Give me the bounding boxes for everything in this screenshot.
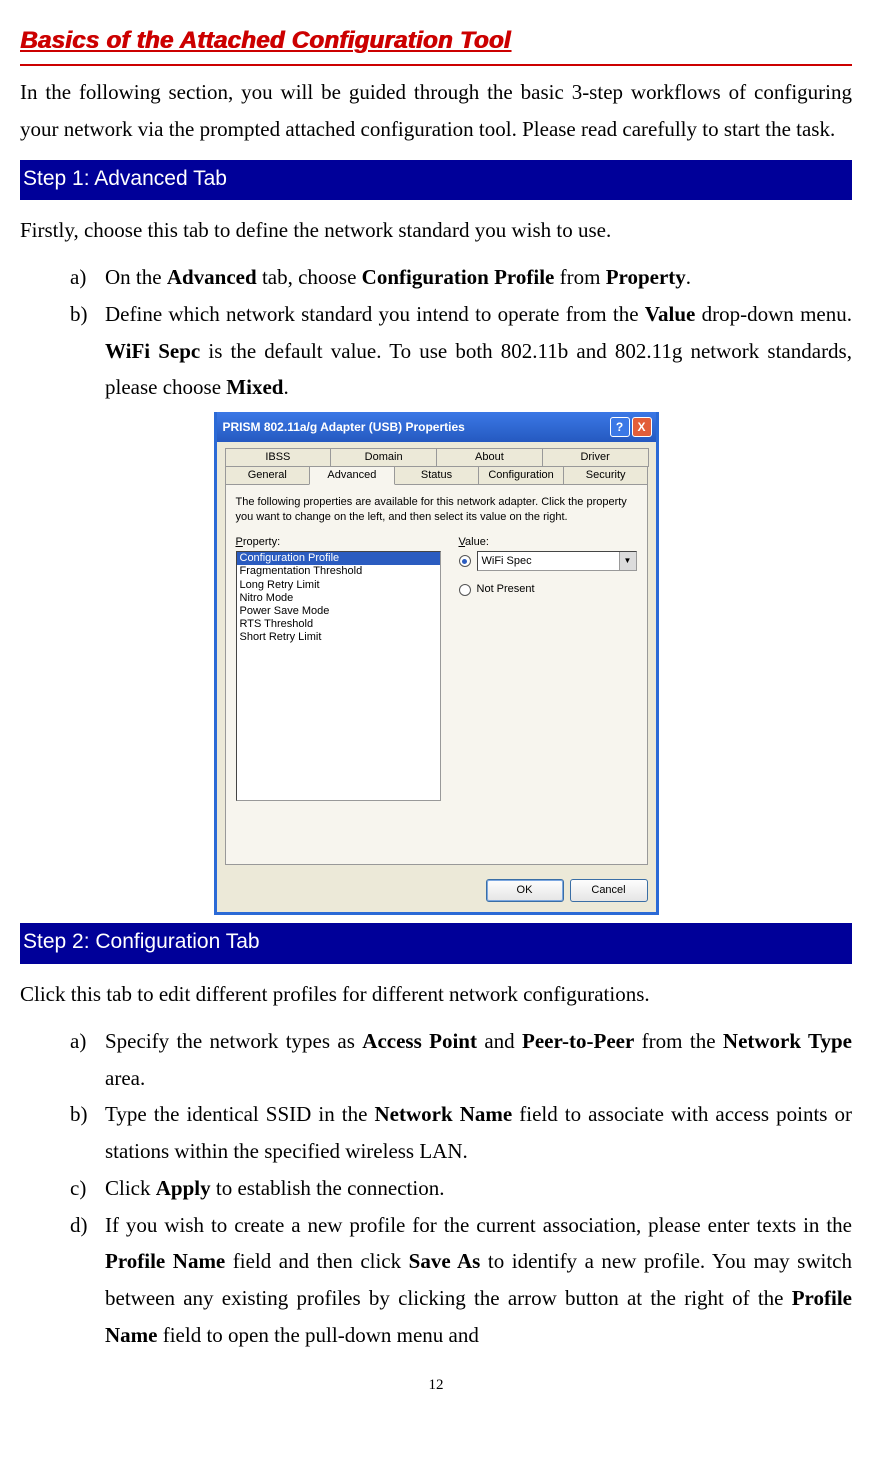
list-marker: d) xyxy=(70,1207,88,1244)
tab-ibss[interactable]: IBSS xyxy=(225,448,332,467)
help-button[interactable]: ? xyxy=(610,417,630,437)
radio-icon[interactable] xyxy=(459,584,471,596)
property-item[interactable]: Long Retry Limit xyxy=(237,579,440,592)
property-item[interactable]: Nitro Mode xyxy=(237,592,440,605)
step2-list: a) Specify the network types as Access P… xyxy=(20,1023,852,1354)
value-label: Value: xyxy=(459,536,637,549)
list-marker: b) xyxy=(70,296,88,333)
property-item[interactable]: Power Save Mode xyxy=(237,605,440,618)
property-label: Property: xyxy=(236,536,441,549)
step2-item-b: b) Type the identical SSID in the Networ… xyxy=(70,1096,852,1170)
tab-driver[interactable]: Driver xyxy=(542,448,649,467)
panel-description: The following properties are available f… xyxy=(236,495,637,524)
value-dropdown[interactable]: WiFi Spec ▼ xyxy=(477,551,637,571)
ok-button[interactable]: OK xyxy=(486,879,564,902)
step1-item-a: a) On the Advanced tab, choose Configura… xyxy=(70,259,852,296)
value-not-present-radio[interactable]: Not Present xyxy=(459,583,637,596)
step2-item-c: c) Click Apply to establish the connecti… xyxy=(70,1170,852,1207)
tab-panel-advanced: The following properties are available f… xyxy=(225,485,648,865)
close-button[interactable]: X xyxy=(632,417,652,437)
dialog-title: PRISM 802.11a/g Adapter (USB) Properties xyxy=(223,420,608,434)
tab-domain[interactable]: Domain xyxy=(330,448,437,467)
value-dropdown-value: WiFi Spec xyxy=(478,555,619,568)
list-marker: a) xyxy=(70,1023,86,1060)
property-item[interactable]: Fragmentation Threshold xyxy=(237,565,440,578)
step1-list: a) On the Advanced tab, choose Configura… xyxy=(20,259,852,406)
step2-header: Step 2: Configuration Tab xyxy=(20,923,852,964)
radio-icon[interactable] xyxy=(459,555,471,567)
step1-header: Step 1: Advanced Tab xyxy=(20,160,852,201)
page-title: Basics of the Attached Configuration Too… xyxy=(20,20,852,66)
intro-paragraph: In the following section, you will be gu… xyxy=(20,74,852,148)
step2-item-a: a) Specify the network types as Access P… xyxy=(70,1023,852,1097)
list-marker: c) xyxy=(70,1170,86,1207)
step1-lead: Firstly, choose this tab to define the n… xyxy=(20,212,852,249)
properties-dialog-figure: PRISM 802.11a/g Adapter (USB) Properties… xyxy=(20,412,852,915)
chevron-down-icon[interactable]: ▼ xyxy=(619,552,636,570)
page-number: 12 xyxy=(20,1372,852,1398)
property-listbox[interactable]: Configuration Profile Fragmentation Thre… xyxy=(236,551,441,801)
tab-security[interactable]: Security xyxy=(563,467,649,485)
tab-configuration[interactable]: Configuration xyxy=(478,467,564,485)
dialog-tabs: IBSS Domain About Driver General Advance… xyxy=(225,448,648,865)
value-present-radio[interactable]: WiFi Spec ▼ xyxy=(459,551,637,571)
tab-general[interactable]: General xyxy=(225,467,311,485)
property-item[interactable]: RTS Threshold xyxy=(237,618,440,631)
properties-dialog: PRISM 802.11a/g Adapter (USB) Properties… xyxy=(214,412,659,915)
list-marker: a) xyxy=(70,259,86,296)
list-marker: b) xyxy=(70,1096,88,1133)
step2-item-d: d) If you wish to create a new profile f… xyxy=(70,1207,852,1354)
tab-status[interactable]: Status xyxy=(394,467,480,485)
step2-lead: Click this tab to edit different profile… xyxy=(20,976,852,1013)
property-item-configuration-profile[interactable]: Configuration Profile xyxy=(237,552,440,565)
tab-advanced[interactable]: Advanced xyxy=(309,467,395,485)
not-present-label: Not Present xyxy=(477,583,535,596)
tab-about[interactable]: About xyxy=(436,448,543,467)
property-item[interactable]: Short Retry Limit xyxy=(237,631,440,644)
dialog-titlebar[interactable]: PRISM 802.11a/g Adapter (USB) Properties… xyxy=(217,412,656,442)
step1-item-b: b) Define which network standard you int… xyxy=(70,296,852,406)
cancel-button[interactable]: Cancel xyxy=(570,879,648,902)
